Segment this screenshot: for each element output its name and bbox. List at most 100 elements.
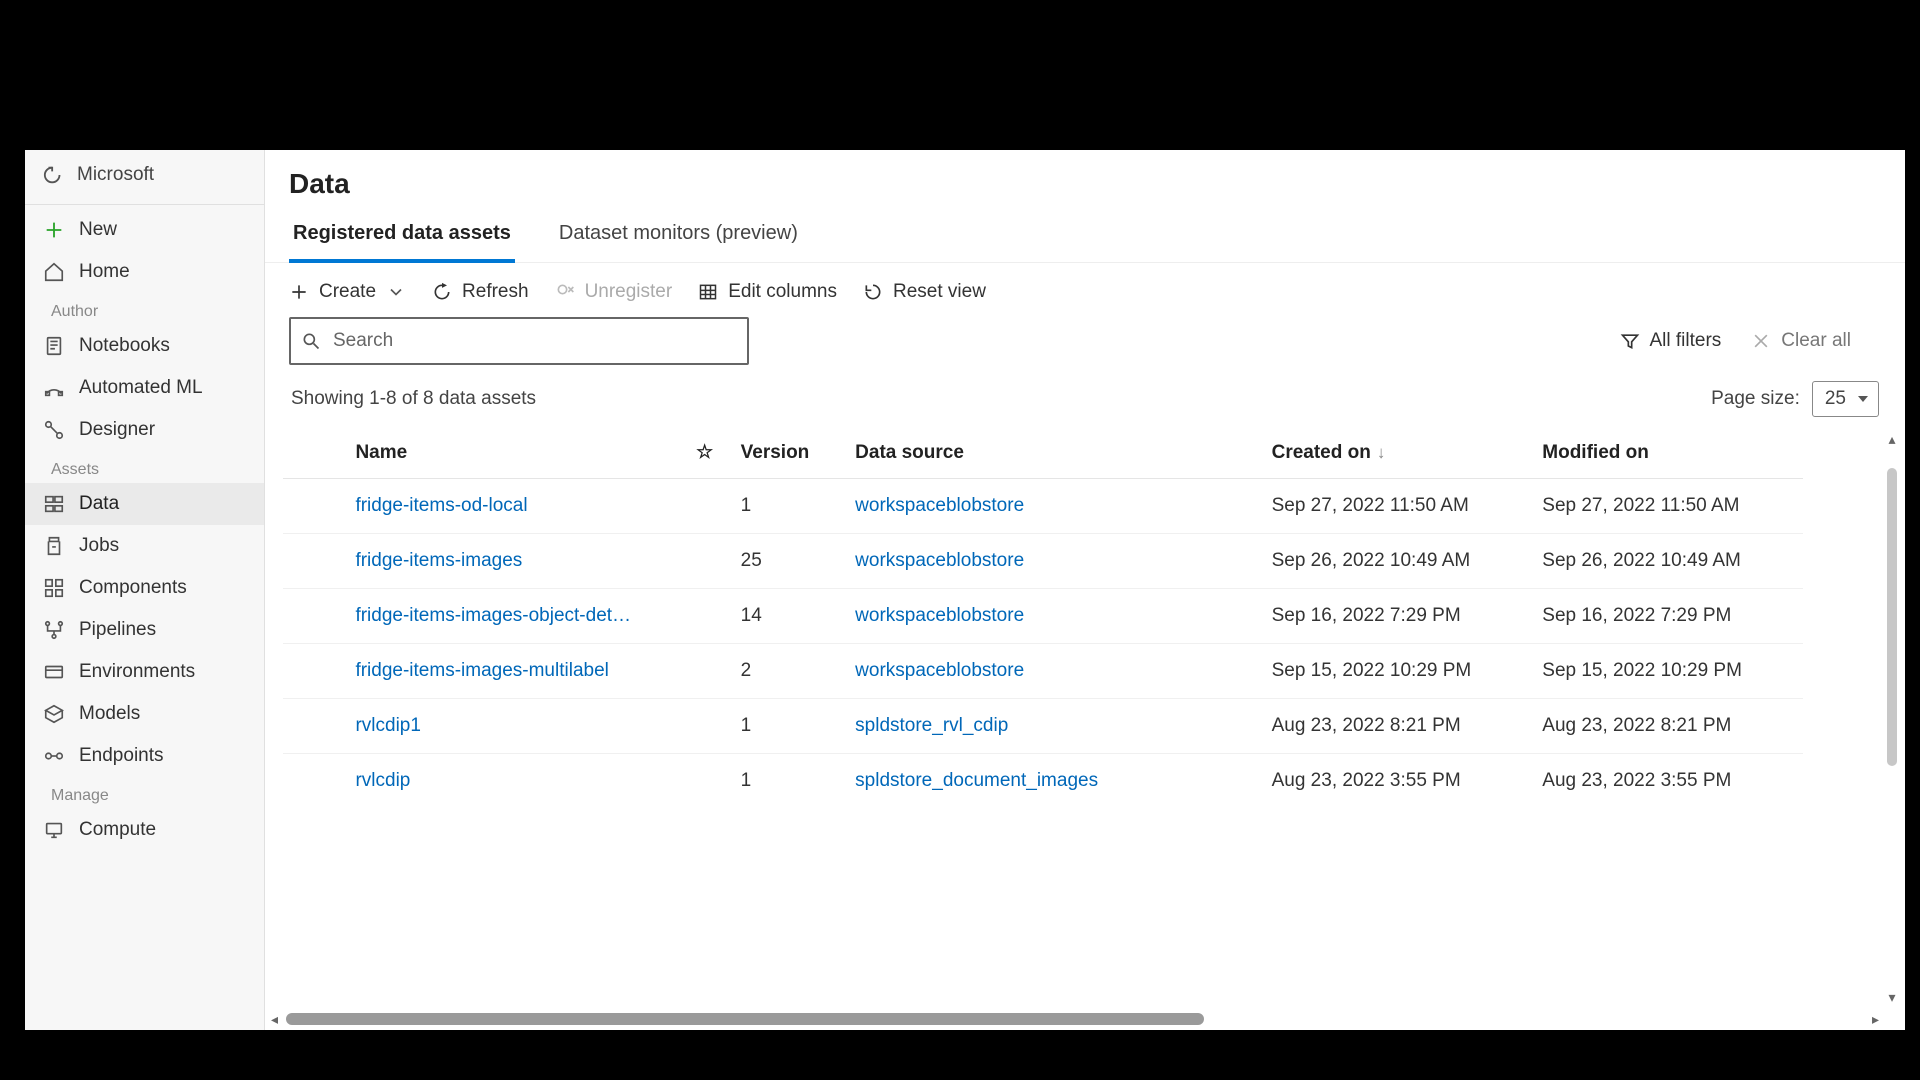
sidebar-item-components[interactable]: Components	[25, 567, 264, 609]
asset-name-link[interactable]: rvlcdip1	[355, 715, 420, 736]
scroll-left-icon[interactable]: ◂	[269, 1011, 280, 1028]
clear-all-button[interactable]: Clear all	[1751, 330, 1851, 352]
sidebar-item-home[interactable]: Home	[25, 251, 264, 293]
sidebar-item-designer[interactable]: Designer	[25, 409, 264, 451]
search-filter-row: All filters Clear all	[265, 315, 1905, 375]
asset-created: Aug 23, 2022 8:21 PM	[1262, 699, 1533, 754]
asset-name-link[interactable]: rvlcdip	[355, 770, 410, 791]
page-size-select[interactable]: 25	[1812, 381, 1879, 417]
scroll-down-icon[interactable]: ▾	[1888, 989, 1895, 1006]
col-header-version[interactable]: Version	[731, 427, 846, 479]
col-header-source[interactable]: Data source	[845, 427, 1261, 479]
sidebar-item-label: Pipelines	[79, 619, 156, 641]
sidebar-item-compute[interactable]: Compute	[25, 809, 264, 851]
edit-columns-button[interactable]: Edit columns	[698, 281, 837, 303]
asset-version: 1	[731, 699, 846, 754]
sidebar-item-environments[interactable]: Environments	[25, 651, 264, 693]
horizontal-scrollbar[interactable]: ◂ ▸	[269, 1010, 1881, 1028]
asset-created: Sep 15, 2022 10:29 PM	[1262, 644, 1533, 699]
plus-icon	[289, 282, 309, 302]
datasource-link[interactable]: workspaceblobstore	[855, 495, 1024, 516]
sidebar-item-data[interactable]: Data	[25, 483, 264, 525]
asset-version: 14	[731, 589, 846, 644]
sidebar-item-automl[interactable]: Automated ML	[25, 367, 264, 409]
scroll-thumb[interactable]	[286, 1013, 1204, 1025]
tab-registered[interactable]: Registered data assets	[289, 214, 515, 263]
all-filters-button[interactable]: All filters	[1620, 330, 1722, 352]
scroll-track[interactable]	[284, 1013, 1866, 1025]
sidebar-item-endpoints[interactable]: Endpoints	[25, 735, 264, 777]
search-box[interactable]	[289, 317, 749, 365]
endpoints-icon	[43, 745, 65, 767]
datasource-link[interactable]: workspaceblobstore	[855, 660, 1024, 681]
scroll-track[interactable]	[1887, 448, 1897, 989]
unregister-button[interactable]: Unregister	[555, 281, 673, 303]
reset-view-button[interactable]: Reset view	[863, 281, 986, 303]
datasource-link[interactable]: workspaceblobstore	[855, 550, 1024, 571]
table-scroll[interactable]: Name ☆ Version Data source Created on↓ M…	[283, 427, 1881, 1010]
asset-version: 1	[731, 754, 846, 795]
sidebar-group-author: Author	[25, 293, 264, 325]
columns-icon	[698, 282, 718, 302]
compute-icon	[43, 819, 65, 841]
filter-controls: All filters Clear all	[1620, 330, 1882, 352]
sidebar-item-notebooks[interactable]: Notebooks	[25, 325, 264, 367]
sidebar-item-label: Compute	[79, 819, 156, 841]
col-header-modified[interactable]: Modified on	[1532, 427, 1803, 479]
vertical-scrollbar[interactable]: ▴ ▾	[1883, 431, 1901, 1006]
models-icon	[43, 703, 65, 725]
close-icon	[1751, 331, 1771, 351]
asset-name-link[interactable]: fridge-items-images-object-det…	[355, 605, 631, 626]
datasource-link[interactable]: spldstore_document_images	[855, 770, 1098, 791]
refresh-icon	[432, 282, 452, 302]
tab-monitors[interactable]: Dataset monitors (preview)	[555, 214, 802, 263]
workspace-name: Microsoft	[77, 164, 154, 186]
col-header-favorite[interactable]: ☆	[679, 427, 731, 479]
create-button[interactable]: Create	[289, 281, 406, 303]
sidebar-item-jobs[interactable]: Jobs	[25, 525, 264, 567]
page-size-control: Page size: 25	[1711, 381, 1879, 417]
sidebar-item-label: Components	[79, 577, 187, 599]
scroll-right-icon[interactable]: ▸	[1870, 1011, 1881, 1028]
data-icon	[43, 493, 65, 515]
automl-icon	[43, 377, 65, 399]
search-input[interactable]	[331, 329, 737, 353]
sidebar-item-new[interactable]: New	[25, 209, 264, 251]
toolbar-label: Refresh	[462, 281, 529, 303]
table-row[interactable]: fridge-items-images25workspaceblobstoreS…	[283, 534, 1803, 589]
asset-name-link[interactable]: fridge-items-od-local	[355, 495, 527, 516]
table-row[interactable]: fridge-items-od-local 1 workspaceblobstore…	[283, 479, 1803, 534]
workspace-switcher[interactable]: Microsoft	[25, 150, 264, 200]
filter-icon	[1620, 331, 1640, 351]
status-row: Showing 1-8 of 8 data assets Page size: …	[265, 375, 1905, 427]
scroll-up-icon[interactable]: ▴	[1888, 431, 1895, 448]
app-window: Microsoft New Home Author Notebooks	[25, 150, 1905, 1030]
datasource-link[interactable]: workspaceblobstore	[855, 605, 1024, 626]
table-row[interactable]: rvlcdip1 1 spldstore_rvl_cdip Aug 23, 2022 …	[283, 699, 1803, 754]
asset-name-link[interactable]: fridge-items-images-multilabel	[355, 660, 608, 681]
asset-version: 2	[731, 644, 846, 699]
asset-created: Sep 27, 2022 11:50 AM	[1262, 479, 1533, 534]
search-icon	[301, 331, 321, 351]
star-icon: ☆	[696, 442, 713, 463]
col-header-name[interactable]: Name	[345, 427, 678, 479]
table-row[interactable]: rvlcdip 1 spldstore_document_images Aug 23,…	[283, 754, 1803, 795]
sidebar-item-pipelines[interactable]: Pipelines	[25, 609, 264, 651]
filter-label: Clear all	[1781, 330, 1851, 352]
asset-modified: Aug 23, 2022 3:55 PM	[1532, 754, 1803, 795]
refresh-button[interactable]: Refresh	[432, 281, 529, 303]
table-row[interactable]: fridge-items-images-object-det… 14 workspa…	[283, 589, 1803, 644]
designer-icon	[43, 419, 65, 441]
home-icon	[43, 261, 65, 283]
datasource-link[interactable]: spldstore_rvl_cdip	[855, 715, 1008, 736]
table-row[interactable]: fridge-items-images-multilabel 2 workspace…	[283, 644, 1803, 699]
asset-version: 1	[731, 479, 846, 534]
asset-modified: Sep 26, 2022 10:49 AM	[1532, 534, 1803, 589]
data-assets-table: Name ☆ Version Data source Created on↓ M…	[283, 427, 1803, 794]
sidebar-item-label: Notebooks	[79, 335, 170, 357]
sidebar-item-models[interactable]: Models	[25, 693, 264, 735]
asset-name-link[interactable]: fridge-items-images	[355, 550, 522, 571]
scroll-thumb[interactable]	[1887, 468, 1897, 766]
col-header-created[interactable]: Created on↓	[1262, 427, 1533, 479]
page-title: Data	[265, 160, 1905, 214]
